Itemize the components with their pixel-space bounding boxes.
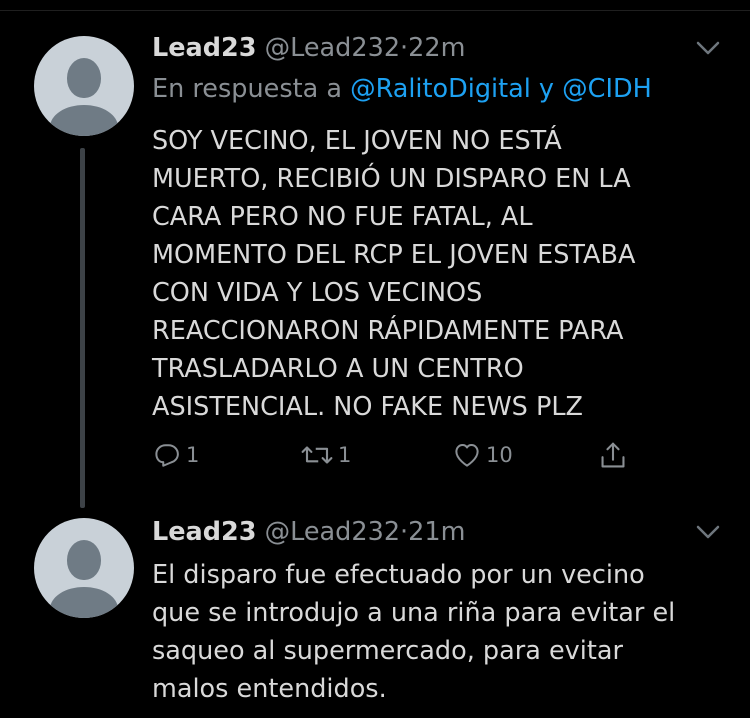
tweet-header: Lead23 @Lead232·22m	[152, 33, 465, 63]
tweet-header: Lead23 @Lead232·21m	[152, 517, 465, 547]
avatar-head	[67, 58, 101, 98]
thread-connector-line	[80, 148, 85, 508]
separator-dot: ·	[400, 517, 409, 547]
avatar[interactable]	[34, 36, 134, 136]
reply-prefix: En respuesta a	[152, 74, 351, 104]
tweet-text-line: que se introdujo a una riña para evitar …	[152, 598, 676, 628]
mention-link[interactable]: @CIDH	[562, 74, 652, 104]
tweet-text-line: MUERTO, RECIBIÓ UN DISPARO EN LA	[152, 164, 631, 194]
share-icon	[601, 442, 625, 468]
chevron-down-icon[interactable]	[696, 524, 720, 540]
avatar-shoulders	[50, 587, 118, 618]
tweet-text-line: MOMENTO DEL RCP EL JOVEN ESTABA	[152, 240, 636, 270]
chevron-down-icon[interactable]	[696, 40, 720, 56]
tweet-text-line: TRASLADARLO A UN CENTRO	[152, 354, 524, 384]
tweet-text-line: saqueo al supermercado, para evitar	[152, 636, 623, 666]
tweet-text-line: El disparo fue efectuado por un vecino	[152, 560, 645, 590]
user-handle[interactable]: @Lead232	[265, 517, 400, 547]
like-button[interactable]: 10	[452, 440, 513, 470]
tweet-text: SOY VECINO, EL JOVEN NO ESTÁ MUERTO, REC…	[152, 122, 722, 426]
reply-join: y	[530, 74, 563, 104]
retweet-icon	[301, 446, 333, 464]
tweet-text-line: CON VIDA Y LOS VECINOS	[152, 278, 483, 308]
timestamp[interactable]: 21m	[408, 517, 465, 547]
retweet-count: 1	[338, 443, 352, 467]
tweet-text-line: SOY VECINO, EL JOVEN NO ESTÁ	[152, 126, 562, 156]
heart-icon	[455, 444, 479, 467]
timestamp[interactable]: 22m	[408, 33, 465, 63]
display-name[interactable]: Lead23	[152, 517, 257, 547]
tweet-text-line: ASISTENCIAL. NO FAKE NEWS PLZ	[152, 392, 583, 422]
avatar[interactable]	[34, 518, 134, 618]
tweet-text: El disparo fue efectuado por un vecino q…	[152, 556, 742, 708]
mention-link[interactable]: @RalitoDigital	[350, 74, 531, 104]
user-handle[interactable]: @Lead232	[265, 33, 400, 63]
reply-icon	[155, 444, 179, 467]
like-count: 10	[486, 443, 513, 467]
avatar-shoulders	[50, 105, 118, 136]
display-name[interactable]: Lead23	[152, 33, 257, 63]
reply-button[interactable]: 1	[152, 440, 199, 470]
tweet-actions: 1 1 10	[152, 440, 652, 480]
separator-dot: ·	[400, 33, 409, 63]
retweet-button[interactable]: 1	[300, 440, 351, 470]
reply-context: En respuesta a @RalitoDigital y @CIDH	[152, 74, 652, 104]
avatar-head	[67, 540, 101, 580]
tweet-text-line: malos entendidos.	[152, 674, 387, 704]
share-button[interactable]	[598, 440, 628, 472]
tweet-text-line: REACCIONARON RÁPIDAMENTE PARA	[152, 316, 624, 346]
reply-count: 1	[186, 443, 200, 467]
top-divider	[0, 10, 750, 11]
tweet-text-line: CARA PERO NO FUE FATAL, AL	[152, 202, 533, 232]
